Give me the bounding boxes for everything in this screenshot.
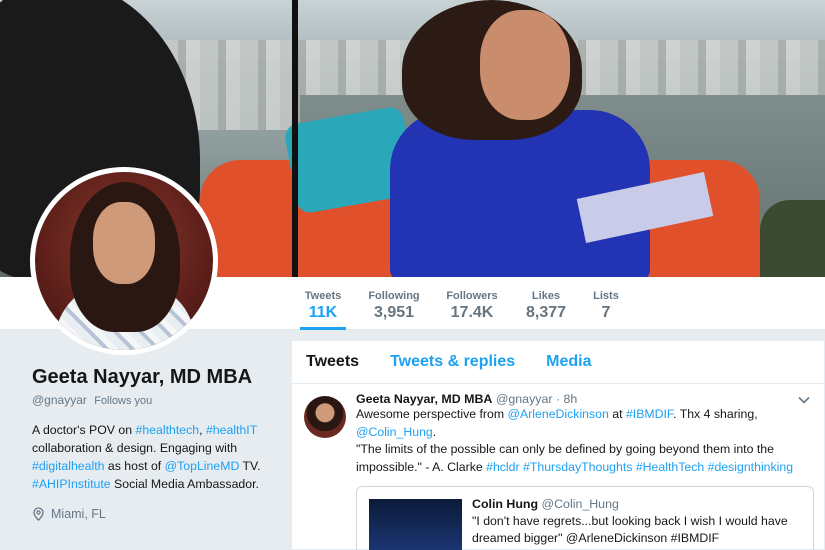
quoted-tweet-text: "I don't have regrets...but looking back…: [472, 514, 788, 545]
hashtag-link[interactable]: @ArleneDickinson: [508, 407, 609, 421]
stat-lists[interactable]: Lists 7: [591, 277, 621, 330]
timeline-panel: Tweets Tweets & replies Media Geeta Nayy…: [291, 340, 825, 550]
tweet[interactable]: Geeta Nayyar, MD MBA @gnayyar · 8h Aweso…: [292, 384, 824, 550]
stat-value: 8,377: [525, 304, 567, 321]
tweet-line: "The limits of the possible can only be …: [356, 441, 812, 476]
banner-plant: [760, 200, 825, 277]
stat-followers[interactable]: Followers 17.4K: [444, 277, 500, 330]
quoted-author-name: Colin Hung: [472, 497, 539, 511]
location-text: Miami, FL: [51, 507, 106, 521]
tweet-text: Awesome perspective from @ArleneDickinso…: [356, 406, 812, 476]
hashtag-link[interactable]: #IBMDIF: [626, 407, 673, 421]
text-fragment: ,: [199, 423, 206, 437]
timeline-tabs: Tweets Tweets & replies Media: [292, 341, 824, 384]
quoted-tweet-header: Colin Hung @Colin_Hung: [472, 497, 803, 511]
stat-tweets[interactable]: Tweets 11K: [300, 277, 346, 330]
hashtag-link[interactable]: #hcldr: [486, 460, 520, 474]
profile-bio: A doctor's POV on #healthtech, #healthIT…: [32, 421, 282, 493]
text-fragment: collaboration & design. Engaging with: [32, 441, 238, 455]
profile-avatar[interactable]: [30, 167, 218, 355]
stat-value: 3,951: [373, 304, 415, 321]
tab-media[interactable]: Media: [546, 353, 591, 371]
stat-label: Tweets: [304, 290, 342, 302]
hashtag-link[interactable]: #HealthTech: [636, 460, 704, 474]
text-fragment: as host of: [104, 459, 165, 473]
profile-handle-row: @gnayyar Follows you: [32, 393, 282, 407]
mention-link[interactable]: @Colin_Hung: [356, 425, 433, 439]
hashtag-link[interactable]: @TopLineMD: [165, 459, 240, 473]
profile-sidebar: Geeta Nayyar, MD MBA @gnayyar Follows yo…: [32, 366, 282, 521]
text-fragment: . Thx 4 sharing,: [673, 407, 758, 421]
stat-label: Lists: [593, 290, 619, 302]
text-fragment: A doctor's POV on: [32, 423, 136, 437]
stat-label: Likes: [531, 290, 561, 302]
banner-light-stand: [292, 0, 298, 277]
stat-likes[interactable]: Likes 8,377: [522, 277, 570, 330]
tweet-text-fragment: .: [432, 424, 437, 439]
stat-label: Following: [368, 290, 420, 302]
tweet-line: @Colin_Hung.: [356, 424, 812, 442]
location-pin-icon: [33, 507, 44, 521]
profile-handle[interactable]: @gnayyar: [32, 393, 87, 407]
chevron-down-icon[interactable]: [798, 396, 810, 404]
text-fragment: Awesome perspective from: [356, 407, 508, 421]
quoted-tweet-body: Colin Hung @Colin_Hung "I don't have reg…: [472, 497, 803, 547]
tweet-timestamp[interactable]: · 8h: [556, 392, 577, 406]
tweet-author-handle[interactable]: @gnayyar: [496, 392, 553, 406]
stat-value: 7: [601, 304, 611, 321]
tab-tweets-replies[interactable]: Tweets & replies: [390, 353, 515, 371]
tweet-author-name[interactable]: Geeta Nayyar, MD MBA: [356, 392, 492, 406]
profile-page: Tweets 11K Following 3,951 Followers 17.…: [0, 0, 825, 550]
stat-value: 17.4K: [450, 304, 494, 321]
tab-tweets[interactable]: Tweets: [306, 353, 359, 371]
hashtag-link[interactable]: #designthinking: [708, 460, 793, 474]
hashtag-link[interactable]: #AHIPInstitute: [32, 477, 111, 491]
follows-you-badge: Follows you: [94, 395, 153, 407]
avatar-photo: [35, 172, 213, 350]
stat-value: 11K: [308, 304, 338, 321]
quoted-tweet[interactable]: Colin Hung @Colin_Hung "I don't have reg…: [356, 486, 814, 550]
banner-person-face: [480, 10, 570, 120]
quoted-tweet-image: [369, 499, 462, 550]
tweet-header: Geeta Nayyar, MD MBA @gnayyar · 8h: [356, 392, 812, 406]
text-fragment: Social Media Ambassador.: [110, 477, 259, 491]
hashtag-link[interactable]: #healthtech: [136, 423, 200, 437]
tweet-line: Awesome perspective from @ArleneDickinso…: [356, 406, 812, 424]
hashtag-link[interactable]: #healthIT: [206, 423, 257, 437]
avatar-face: [93, 202, 155, 284]
text-fragment: at: [608, 407, 626, 421]
text-fragment: TV.: [239, 459, 261, 473]
stat-label: Followers: [446, 290, 498, 302]
hashtag-link[interactable]: #ThursdayThoughts: [523, 460, 632, 474]
stat-following[interactable]: Following 3,951: [365, 277, 423, 330]
quoted-author-handle: @Colin_Hung: [541, 497, 619, 511]
tweet-avatar[interactable]: [304, 396, 346, 438]
profile-location: Miami, FL: [32, 507, 282, 521]
profile-name[interactable]: Geeta Nayyar, MD MBA: [32, 366, 282, 389]
hashtag-link[interactable]: #digitalhealth: [32, 459, 104, 473]
